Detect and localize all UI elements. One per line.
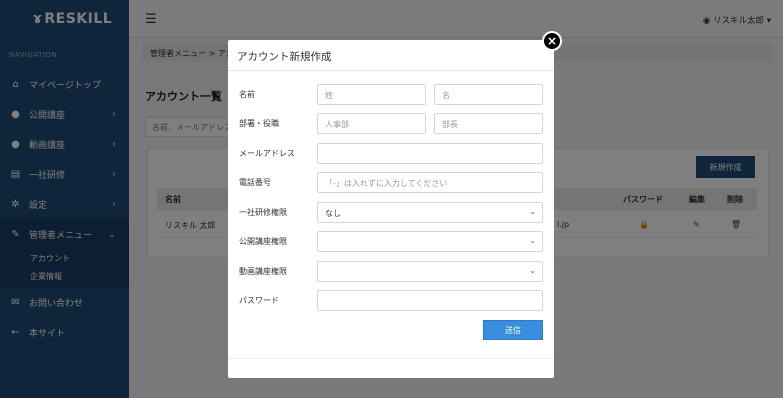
label-email: メールアドレス: [239, 149, 295, 158]
label-department: 部署・役職: [239, 119, 279, 128]
public-course-select[interactable]: ⌄: [317, 231, 543, 252]
corp-training-value: なし: [325, 209, 341, 218]
submit-button[interactable]: 送信: [483, 320, 543, 340]
password-field[interactable]: [317, 290, 543, 311]
corp-training-select[interactable]: なし ⌄: [317, 202, 543, 223]
chevron-down-icon: ⌄: [529, 266, 536, 275]
chevron-down-icon: ⌄: [529, 207, 536, 216]
close-icon[interactable]: ×: [542, 31, 562, 51]
label-public-course: 公開講座権限: [239, 237, 287, 246]
modal-header: アカウント新規作成: [228, 40, 554, 71]
label-password: パスワード: [239, 296, 279, 305]
video-course-select[interactable]: ⌄: [317, 261, 543, 282]
modal-footer-divider: [228, 358, 554, 359]
position-input[interactable]: 部長: [434, 113, 543, 134]
chevron-down-icon: ⌄: [529, 236, 536, 245]
department-input[interactable]: 人事部: [317, 113, 426, 134]
label-corp-training: 一社研修権限: [239, 208, 287, 217]
modal-title: アカウント新規作成: [237, 51, 332, 63]
label-name: 名前: [239, 90, 255, 99]
phone-field[interactable]: 「-」は入れずに入力してください: [317, 172, 543, 193]
label-phone: 電話番号: [239, 178, 271, 187]
first-name-input[interactable]: 名: [434, 84, 543, 105]
email-field[interactable]: [317, 143, 543, 164]
label-video-course: 動画講座権限: [239, 267, 287, 276]
last-name-input[interactable]: 姓: [317, 84, 426, 105]
